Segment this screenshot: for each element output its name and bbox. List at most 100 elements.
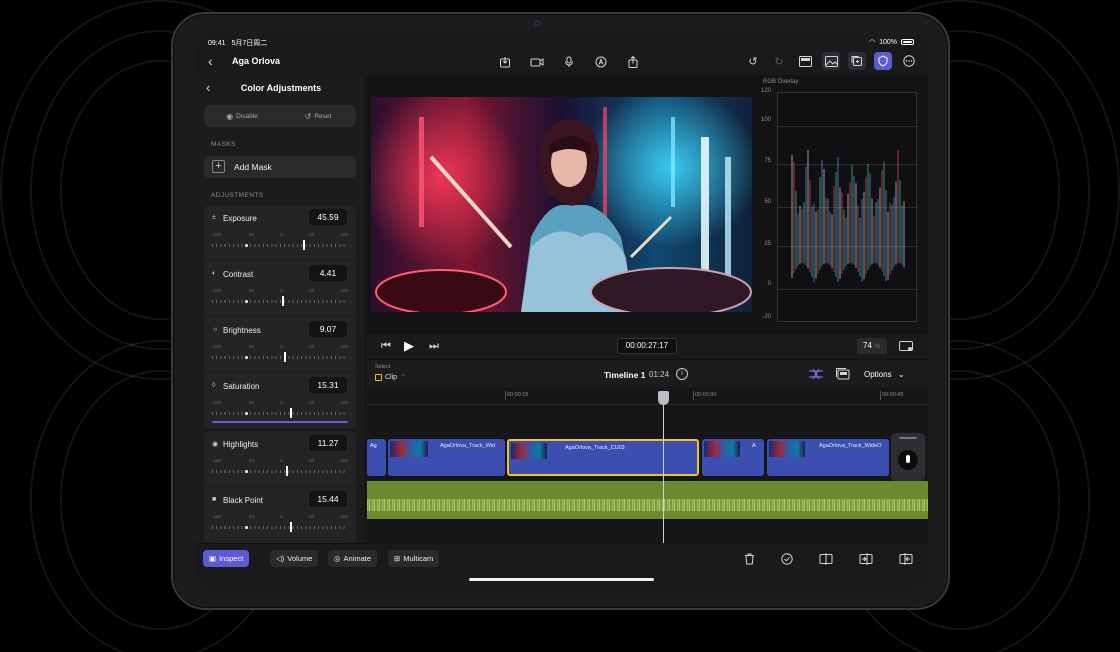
add-mask-button[interactable]: + Add Mask <box>204 156 356 178</box>
more-icon[interactable] <box>900 52 918 70</box>
redo-icon[interactable]: ↻ <box>770 52 788 70</box>
video-clip[interactable]: AgaOrlova_Track_Wid <box>388 439 505 476</box>
scale-label: 0 <box>280 514 283 519</box>
status-time: 09:41 <box>208 40 226 47</box>
adjustment-row: ◊ Saturation 15.31 -100 -50 0 50 100 <box>204 373 356 429</box>
slider-knob[interactable] <box>289 408 292 418</box>
scale-label: 0 <box>280 400 283 405</box>
rgb-overlay-scope: RGB Overlay 120 100 75 50 25 0 -20 <box>757 79 925 324</box>
clip-mode-selector[interactable]: Clip ⌃ <box>375 373 406 381</box>
adjustment-slider[interactable] <box>212 296 348 306</box>
microphone-icon[interactable] <box>560 53 578 71</box>
camera-icon[interactable] <box>528 53 546 71</box>
photos-icon[interactable] <box>822 52 840 70</box>
slider-default-dot <box>244 300 248 303</box>
voiceover-record-panel[interactable] <box>891 433 925 481</box>
split-clip-icon[interactable] <box>816 549 836 569</box>
slider-knob[interactable] <box>289 522 292 532</box>
checkmark-icon[interactable] <box>777 549 797 569</box>
status-date: 5月7日周二 <box>231 40 268 47</box>
adjustment-value-field[interactable]: 4.41 <box>309 265 347 281</box>
delete-icon[interactable] <box>739 549 759 569</box>
voiceover-icon[interactable] <box>592 53 610 71</box>
record-icon[interactable] <box>898 450 918 470</box>
clip-select-icon <box>375 373 382 381</box>
clip-title: A <box>752 443 756 449</box>
viewer-options-icon[interactable] <box>897 337 915 355</box>
slider-knob[interactable] <box>281 296 284 306</box>
video-clip[interactable]: AgaOrlova_Track_WideO <box>767 439 889 476</box>
slider-default-dot <box>244 244 248 247</box>
animate-icon: ◎ <box>334 554 341 563</box>
share-icon[interactable] <box>624 53 642 71</box>
scale-label: 0 <box>280 458 283 463</box>
adjustment-slider[interactable] <box>212 466 348 476</box>
slider-knob[interactable] <box>303 240 306 250</box>
import-icon[interactable] <box>496 53 514 71</box>
disable-button[interactable]: ◉ Disable <box>204 105 280 127</box>
skip-back-icon[interactable]: ⏮ <box>377 337 395 355</box>
browser-icon[interactable] <box>848 52 866 70</box>
zoom-level[interactable]: 74% <box>857 338 887 354</box>
scale-label: -50 <box>247 400 254 405</box>
video-clip-selected[interactable]: AgaOrlova_Track_CU03 <box>507 439 699 476</box>
back-chevron-icon[interactable]: ‹ <box>208 53 213 69</box>
clip-appearance-icon[interactable] <box>834 365 852 383</box>
clip-title: AgaOrlova_Track_CU03 <box>565 445 625 451</box>
timeline[interactable]: 00:00:15 00:00:30 00:00:45 Ag AgaOrlova_… <box>367 387 928 543</box>
add-mask-label: Add Mask <box>234 162 272 172</box>
video-clip[interactable]: A <box>702 439 764 476</box>
slider-default-dot <box>244 470 248 473</box>
adjustment-row: ☼ Brightness 9.07 -100 -50 0 50 100 <box>204 317 356 373</box>
video-clip[interactable]: Ag <box>367 439 386 476</box>
scale-label: -50 <box>247 232 254 237</box>
timeline-name: Timeline 1 <box>604 370 646 380</box>
scale-label: 50 <box>309 344 315 349</box>
scale-label: -50 <box>247 458 254 463</box>
adjustment-value-field[interactable]: 9.07 <box>309 321 347 337</box>
skip-forward-icon[interactable]: ⏭ <box>425 337 443 355</box>
adjustment-slider[interactable] <box>212 352 348 362</box>
adjustment-slider[interactable] <box>212 522 348 532</box>
adjustment-value-field[interactable]: 11.27 <box>309 435 347 451</box>
viewer-layout-icon[interactable] <box>796 52 814 70</box>
reset-icon: ↺ <box>304 111 312 121</box>
playhead[interactable] <box>663 391 664 543</box>
scale-label: 100 <box>340 458 348 463</box>
animate-button[interactable]: ◎ Animate <box>328 550 378 567</box>
undo-icon[interactable]: ↺ <box>744 52 762 70</box>
clip-thumbnail <box>704 441 740 457</box>
status-bar: 09:41 5月7日周二 ◠ 100% <box>196 35 928 49</box>
slider-knob[interactable] <box>285 466 288 476</box>
scope-title: RGB Overlay <box>763 79 799 85</box>
snapping-icon[interactable] <box>807 365 825 383</box>
multicam-button[interactable]: ⊞ Multicam <box>388 550 440 567</box>
adjustment-row: ± Exposure 45.59 -100 -50 0 50 100 <box>204 205 356 261</box>
info-icon[interactable]: i <box>676 368 688 380</box>
adjustment-value-field[interactable]: 15.44 <box>309 491 347 507</box>
project-title: Aga Orlova <box>232 56 281 66</box>
volume-button[interactable]: ◁) Volume <box>270 550 319 567</box>
play-icon[interactable]: ▶ <box>400 337 418 355</box>
slider-default-dot <box>244 356 248 359</box>
adjustment-slider[interactable] <box>212 408 348 418</box>
scale-label: 100 <box>340 514 348 519</box>
adjustment-label: Brightness <box>223 326 261 335</box>
timecode-display[interactable]: 00:00:27:17 <box>617 338 677 354</box>
inspect-button[interactable]: ▣ Inspect <box>203 550 250 567</box>
scale-label: 50 <box>309 514 315 519</box>
adjustments-group-tonal: ◉ Highlights 11.27 -100 -50 0 50 100 ■ Black Poin… <box>204 431 356 543</box>
adjustment-scale: -100 -50 0 50 100 <box>212 344 348 349</box>
chevron-down-icon: ⌄ <box>897 370 905 379</box>
adjustment-slider[interactable] <box>212 240 348 250</box>
video-preview[interactable] <box>371 97 752 312</box>
reset-button[interactable]: ↺ Reset <box>280 105 356 127</box>
trim-end-icon[interactable] <box>896 549 916 569</box>
playhead-handle[interactable] <box>658 391 669 405</box>
adjustment-value-field[interactable]: 15.31 <box>309 377 347 393</box>
slider-knob[interactable] <box>284 352 287 362</box>
options-dropdown[interactable]: Options ⌄ <box>864 370 905 379</box>
inspector-toggle-icon[interactable] <box>874 52 892 70</box>
trim-start-icon[interactable] <box>856 549 876 569</box>
adjustment-value-field[interactable]: 45.59 <box>309 209 347 225</box>
